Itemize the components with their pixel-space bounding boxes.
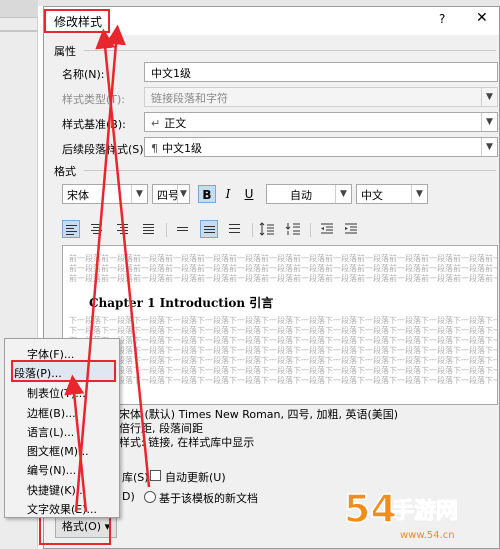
chevron-down-icon: ▼ bbox=[411, 185, 427, 203]
paragraph-highlight-box bbox=[11, 360, 116, 382]
title-highlight-box bbox=[44, 9, 110, 33]
menu-item-shortcut[interactable]: 快捷键(K)... bbox=[27, 482, 86, 498]
watermark-logo: 54 手游网 www.54.cn bbox=[343, 486, 458, 541]
align-center-button[interactable] bbox=[88, 220, 106, 238]
name-input[interactable]: 中文1级 bbox=[144, 62, 498, 82]
chevron-down-icon: ▼ bbox=[481, 88, 497, 106]
toolbar-separator bbox=[252, 223, 253, 237]
underline-button[interactable]: U bbox=[240, 185, 258, 203]
style-type-label: 样式类型(T): bbox=[62, 93, 126, 106]
space-after-icon[interactable] bbox=[284, 220, 302, 238]
paragraph-mark-icon: ↵ bbox=[151, 117, 161, 130]
toolbar-separator bbox=[166, 223, 167, 237]
next-style-value: 中文1级 bbox=[162, 142, 202, 155]
preview-sample-text: Chapter 1 Introduction 引言 bbox=[89, 296, 274, 310]
based-on-select[interactable]: ↵ 正文 ▼ bbox=[144, 112, 498, 132]
style-type-select[interactable]: 链接段落和字符 ▼ bbox=[144, 87, 498, 107]
close-button[interactable]: ✕ bbox=[476, 10, 488, 26]
svg-text:54: 54 bbox=[344, 487, 397, 531]
justify-button[interactable] bbox=[140, 220, 158, 238]
increase-indent-icon[interactable] bbox=[342, 220, 360, 238]
chevron-down-icon: ▼ bbox=[481, 113, 497, 131]
space-before-icon[interactable] bbox=[258, 220, 276, 238]
chevron-down-icon: ▼ bbox=[131, 185, 147, 203]
help-button[interactable]: ? bbox=[439, 12, 445, 26]
menu-item-frame[interactable]: 图文框(M)... bbox=[27, 443, 89, 459]
based-on-label: 样式基准(B): bbox=[62, 118, 126, 131]
name-label: 名称(N): bbox=[62, 68, 105, 81]
font-select[interactable]: 宋体 ▼ bbox=[62, 184, 148, 204]
line-spacing-15-button[interactable] bbox=[200, 220, 218, 238]
only-doc-label: D) bbox=[122, 490, 135, 503]
properties-section-label: 属性 bbox=[54, 45, 76, 58]
font-value: 宋体 bbox=[67, 189, 89, 202]
menu-item-language[interactable]: 语言(L)... bbox=[27, 424, 74, 440]
svg-text:www.54.cn: www.54.cn bbox=[400, 530, 455, 541]
format-dropdown-menu: 字体(F)... 段落(P)... 制表位(T)... 边框(B)... 语言(… bbox=[4, 338, 120, 518]
auto-update-label: 自动更新(U) bbox=[165, 471, 226, 484]
properties-divider bbox=[84, 50, 496, 51]
align-right-button[interactable] bbox=[114, 220, 132, 238]
style-mark-icon: ¶ bbox=[151, 142, 158, 155]
svg-text:手游网: 手游网 bbox=[392, 498, 458, 524]
menu-item-border[interactable]: 边框(B)... bbox=[27, 405, 76, 421]
chevron-down-icon: ▼ bbox=[177, 185, 189, 203]
style-description-line3: 样式: 链接, 在样式库中显示 bbox=[119, 436, 255, 449]
menu-item-tabs[interactable]: 制表位(T)... bbox=[27, 385, 86, 401]
font-color-value: 自动 bbox=[290, 189, 312, 202]
toolbar-separator bbox=[310, 223, 311, 237]
name-value: 中文1级 bbox=[151, 67, 191, 80]
size-value: 四号 bbox=[157, 189, 179, 202]
based-on-value: 正文 bbox=[164, 117, 187, 130]
add-to-gallery-label: 库(S) bbox=[122, 471, 149, 484]
chevron-down-icon: ▼ bbox=[335, 185, 351, 203]
language-value: 中文 bbox=[361, 189, 383, 202]
size-select[interactable]: 四号 ▼ bbox=[152, 184, 190, 204]
preview-next-paragraph: 下一段落下一段落下一段落下一段落下一段落下一段落下一段落下一段落下一段落下一段落… bbox=[69, 316, 497, 385]
template-docs-radio[interactable] bbox=[144, 491, 156, 503]
style-preview: 前一段落前一段落前一段落前一段落前一段落前一段落前一段落前一段落前一段落前一段落… bbox=[62, 245, 498, 405]
menu-item-numbering[interactable]: 编号(N)... bbox=[27, 462, 76, 478]
preview-previous-paragraph: 前一段落前一段落前一段落前一段落前一段落前一段落前一段落前一段落前一段落前一段落… bbox=[69, 254, 497, 283]
next-style-select[interactable]: ¶ 中文1级 ▼ bbox=[144, 137, 498, 157]
format-section-label: 格式 bbox=[54, 165, 76, 178]
dialog-titlebar: 修改样式 ? ✕ bbox=[44, 7, 499, 35]
menu-item-text-effects[interactable]: 文字效果(E)... bbox=[27, 501, 97, 517]
line-spacing-single-button[interactable] bbox=[174, 220, 192, 238]
font-color-select[interactable]: 自动 ▼ bbox=[266, 184, 352, 204]
auto-update-checkbox[interactable] bbox=[150, 470, 161, 481]
chevron-down-icon: ▼ bbox=[481, 138, 497, 156]
italic-button[interactable]: I bbox=[219, 185, 237, 203]
template-docs-label: 基于该模板的新文档 bbox=[159, 492, 258, 505]
next-style-label: 后续段落样式(S): bbox=[62, 143, 148, 156]
background-tabbar bbox=[0, 0, 38, 18]
style-type-value: 链接段落和字符 bbox=[151, 92, 228, 105]
align-left-button[interactable] bbox=[62, 220, 80, 238]
bold-button[interactable]: B bbox=[198, 185, 216, 203]
background-divider bbox=[0, 30, 38, 32]
line-spacing-double-button[interactable] bbox=[226, 220, 244, 238]
language-select[interactable]: 中文 ▼ bbox=[356, 184, 428, 204]
decrease-indent-icon[interactable] bbox=[318, 220, 336, 238]
format-divider bbox=[84, 170, 496, 171]
